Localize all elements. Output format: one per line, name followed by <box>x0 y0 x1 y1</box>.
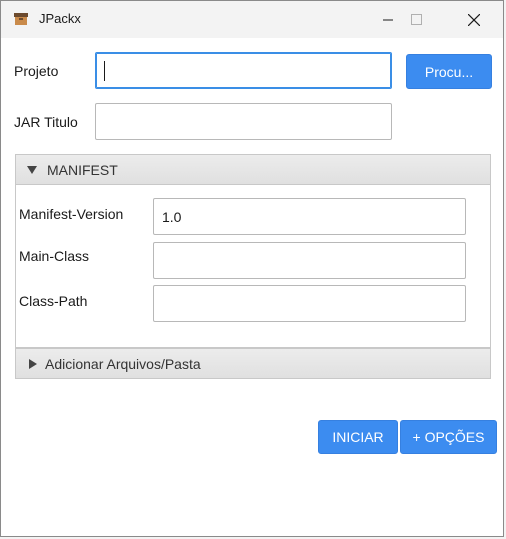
manifest-version-label: Manifest-Version <box>19 206 124 222</box>
manifest-version-input[interactable] <box>153 198 466 235</box>
minimize-icon <box>383 19 393 20</box>
jar-titulo-input[interactable] <box>95 103 392 140</box>
collapse-arrow-icon <box>29 358 37 369</box>
title-bar[interactable]: JPackx <box>1 1 503 38</box>
main-class-label: Main-Class <box>19 248 90 264</box>
opcoes-button[interactable]: + OPÇÕES <box>400 420 497 454</box>
jar-titulo-label: JAR Titulo <box>14 114 78 130</box>
maximize-button[interactable] <box>393 1 439 38</box>
close-button[interactable] <box>451 1 497 38</box>
manifest-section-title: MANIFEST <box>47 161 118 178</box>
procurar-button[interactable]: Procu... <box>406 54 492 89</box>
class-path-input[interactable] <box>153 285 466 322</box>
text-caret <box>104 61 105 81</box>
main-class-input[interactable] <box>153 242 466 279</box>
maximize-icon <box>410 14 422 25</box>
class-path-label: Class-Path <box>19 293 88 309</box>
projeto-label: Projeto <box>14 63 59 79</box>
window-title: JPackx <box>39 11 81 26</box>
close-icon <box>468 13 480 26</box>
projeto-input[interactable] <box>95 52 392 89</box>
iniciar-button[interactable]: INICIAR <box>318 420 398 454</box>
app-box-icon <box>14 13 28 25</box>
manifest-section-header[interactable]: MANIFEST <box>15 154 491 185</box>
app-window: JPackx Projeto Procu... JAR Titulo MANIF… <box>0 0 504 537</box>
arquivos-section-title: Adicionar Arquivos/Pasta <box>45 355 201 372</box>
expand-arrow-icon <box>27 165 37 174</box>
arquivos-section-header[interactable]: Adicionar Arquivos/Pasta <box>15 348 491 379</box>
